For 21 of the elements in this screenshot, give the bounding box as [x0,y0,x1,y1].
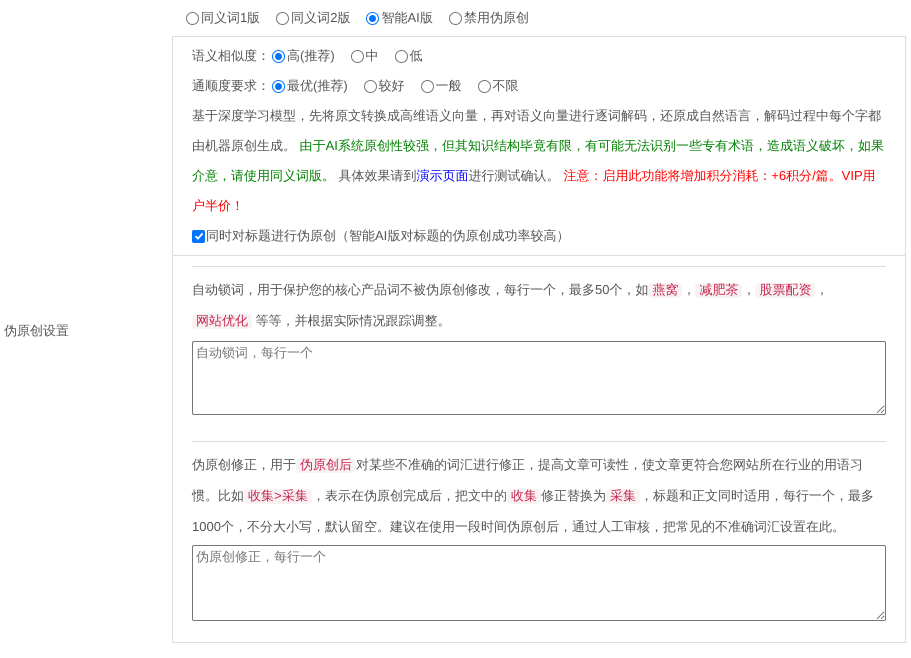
radio-option[interactable]: 禁用伪原创 [448,8,529,28]
lock-words-description: 自动锁词，用于保护您的核心产品词不被伪原创修改，每行一个，最多50个，如 燕窝 ， 减肥茶 ， 股票配资 ， 网站优化 等等，并根据实际情况跟踪调整。 [192,281,830,331]
radio-option[interactable]: 最优(推荐) [272,76,348,96]
option-label: 语义相似度： [192,47,270,66]
radio-option[interactable]: 不限 [478,76,519,96]
demo-page-link[interactable]: 演示页面 [416,168,469,183]
radio-option[interactable]: 智能AI版 [366,8,433,28]
radio-option[interactable]: 较好 [364,76,405,96]
lock-words-field[interactable]: 自动锁词，每行一个 [192,341,886,415]
ai-description: 基于深度学习模型，先将原文转换成高维语义向量，再对语义向量进行逐词解码，还原成自然语言，解码过程中每个字都由机器原创生成。 由于AI系统原创性较强，但其知识结构毕竟有限，有可能无法识别一些专有术语，造成语义破坏，如果介意，请使用同义词版。 具体效果请到演示页面进行测试确认。 注意：启用此功能将增加积分消耗：+6积分/篇。VIP用户半价！ [192,107,885,215]
radio-option[interactable]: 高(推荐) [272,46,335,66]
corrections-description: 伪原创修正，用于 伪原创后 对某些不准确的词汇进行修正，提高文章可读性，使文章更符合您网站所在行业的用语习惯。比如 收集>采集 ，表示在伪原创完成后，把文中的 收集 修正替换为 采集 ，标题和正文同时适用，每行一个，最多1000个，不分大小写，默认留空。建议在使用一段时间伪原创后，通过人工审核，把常见的不准确词汇设置在此。 [192,456,875,536]
title-rewrite-checkbox[interactable]: 同时对标题进行伪原创（智能AI版对标题的伪原创成功率较高） [192,221,886,251]
radio-option[interactable]: 同义词1版 [186,8,260,28]
option-label: 通顺度要求： [192,77,270,96]
radio-option[interactable]: 一般 [420,76,462,96]
radio-option[interactable]: 中 [350,46,379,66]
radio-option[interactable]: 低 [394,46,423,66]
radio-option[interactable]: 同义词2版 [276,8,350,28]
section-label: 伪原创设置 [3,322,69,340]
corrections-field[interactable]: 伪原创修正，每行一个 [192,544,886,620]
